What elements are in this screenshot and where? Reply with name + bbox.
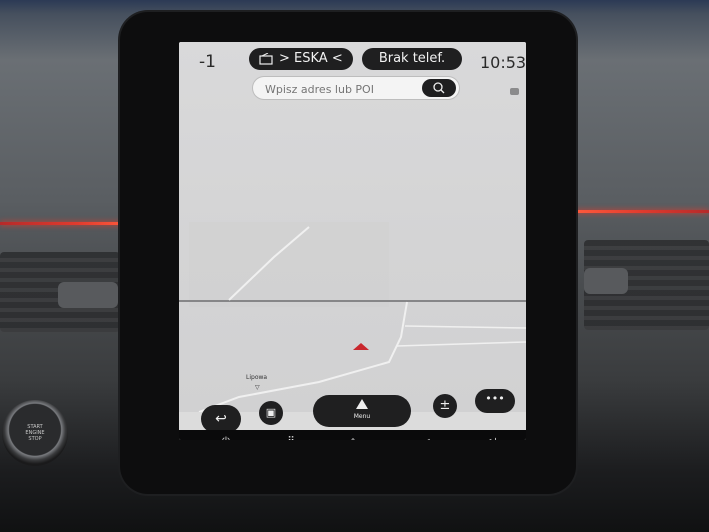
home-icon[interactable]: ⌂ xyxy=(343,436,363,440)
vehicle-status-icon xyxy=(510,88,519,95)
system-bar: ⏻ ⠿ ⌂ ◂- ◂+ xyxy=(179,430,526,440)
map-area-shade xyxy=(189,222,389,307)
search-icon xyxy=(433,82,445,94)
search-button[interactable] xyxy=(422,79,456,97)
back-arrow-icon: ↩ xyxy=(215,411,227,427)
floor-level-indicator: -1 xyxy=(199,52,216,72)
poi-label: Lipowa xyxy=(246,374,268,381)
vent-adjuster-left[interactable] xyxy=(58,282,118,308)
more-icon: ••• xyxy=(485,392,505,405)
power-icon[interactable]: ⏻ xyxy=(216,436,236,440)
vehicle-position-cursor xyxy=(353,343,369,350)
more-button[interactable]: ••• xyxy=(475,389,515,413)
navigation-arrow-icon xyxy=(356,399,368,409)
ambient-light-right xyxy=(574,210,709,213)
menu-button[interactable]: Menu xyxy=(313,395,411,427)
clock: 10:53 xyxy=(480,53,526,72)
volume-down-icon[interactable]: ◂- xyxy=(419,436,439,440)
road xyxy=(404,325,526,329)
zoom-button[interactable]: ± xyxy=(433,394,457,418)
map-view-icon: ▣ xyxy=(265,406,277,419)
radio-icon xyxy=(259,53,273,65)
start-label-line: STOP xyxy=(28,436,42,442)
ambient-light-left xyxy=(0,222,128,225)
radio-station-label: > ESKA < xyxy=(279,51,343,66)
phone-status-label: Brak telef. xyxy=(378,51,446,66)
vent-adjuster-right[interactable] xyxy=(584,268,628,294)
start-engine-button[interactable]: START ENGINE STOP xyxy=(2,400,68,466)
navigation-screen[interactable]: -1 > ESKA < Brak telef. 10:53 Lipowa ▽ ↩… xyxy=(179,42,526,440)
apps-grid-icon[interactable]: ⠿ xyxy=(281,436,301,440)
radio-station-pill[interactable]: > ESKA < xyxy=(249,48,353,70)
menu-label: Menu xyxy=(353,413,371,420)
zoom-icon: ± xyxy=(439,398,451,413)
search-bar[interactable] xyxy=(253,77,459,99)
volume-up-icon[interactable]: ◂+ xyxy=(483,436,503,440)
poi-pin-icon: ▽ xyxy=(255,384,260,391)
map-view-button[interactable]: ▣ xyxy=(259,401,283,425)
back-button[interactable]: ↩ xyxy=(201,405,241,433)
search-input[interactable] xyxy=(263,79,417,99)
road xyxy=(396,341,526,347)
phone-status-pill[interactable]: Brak telef. xyxy=(362,48,462,70)
